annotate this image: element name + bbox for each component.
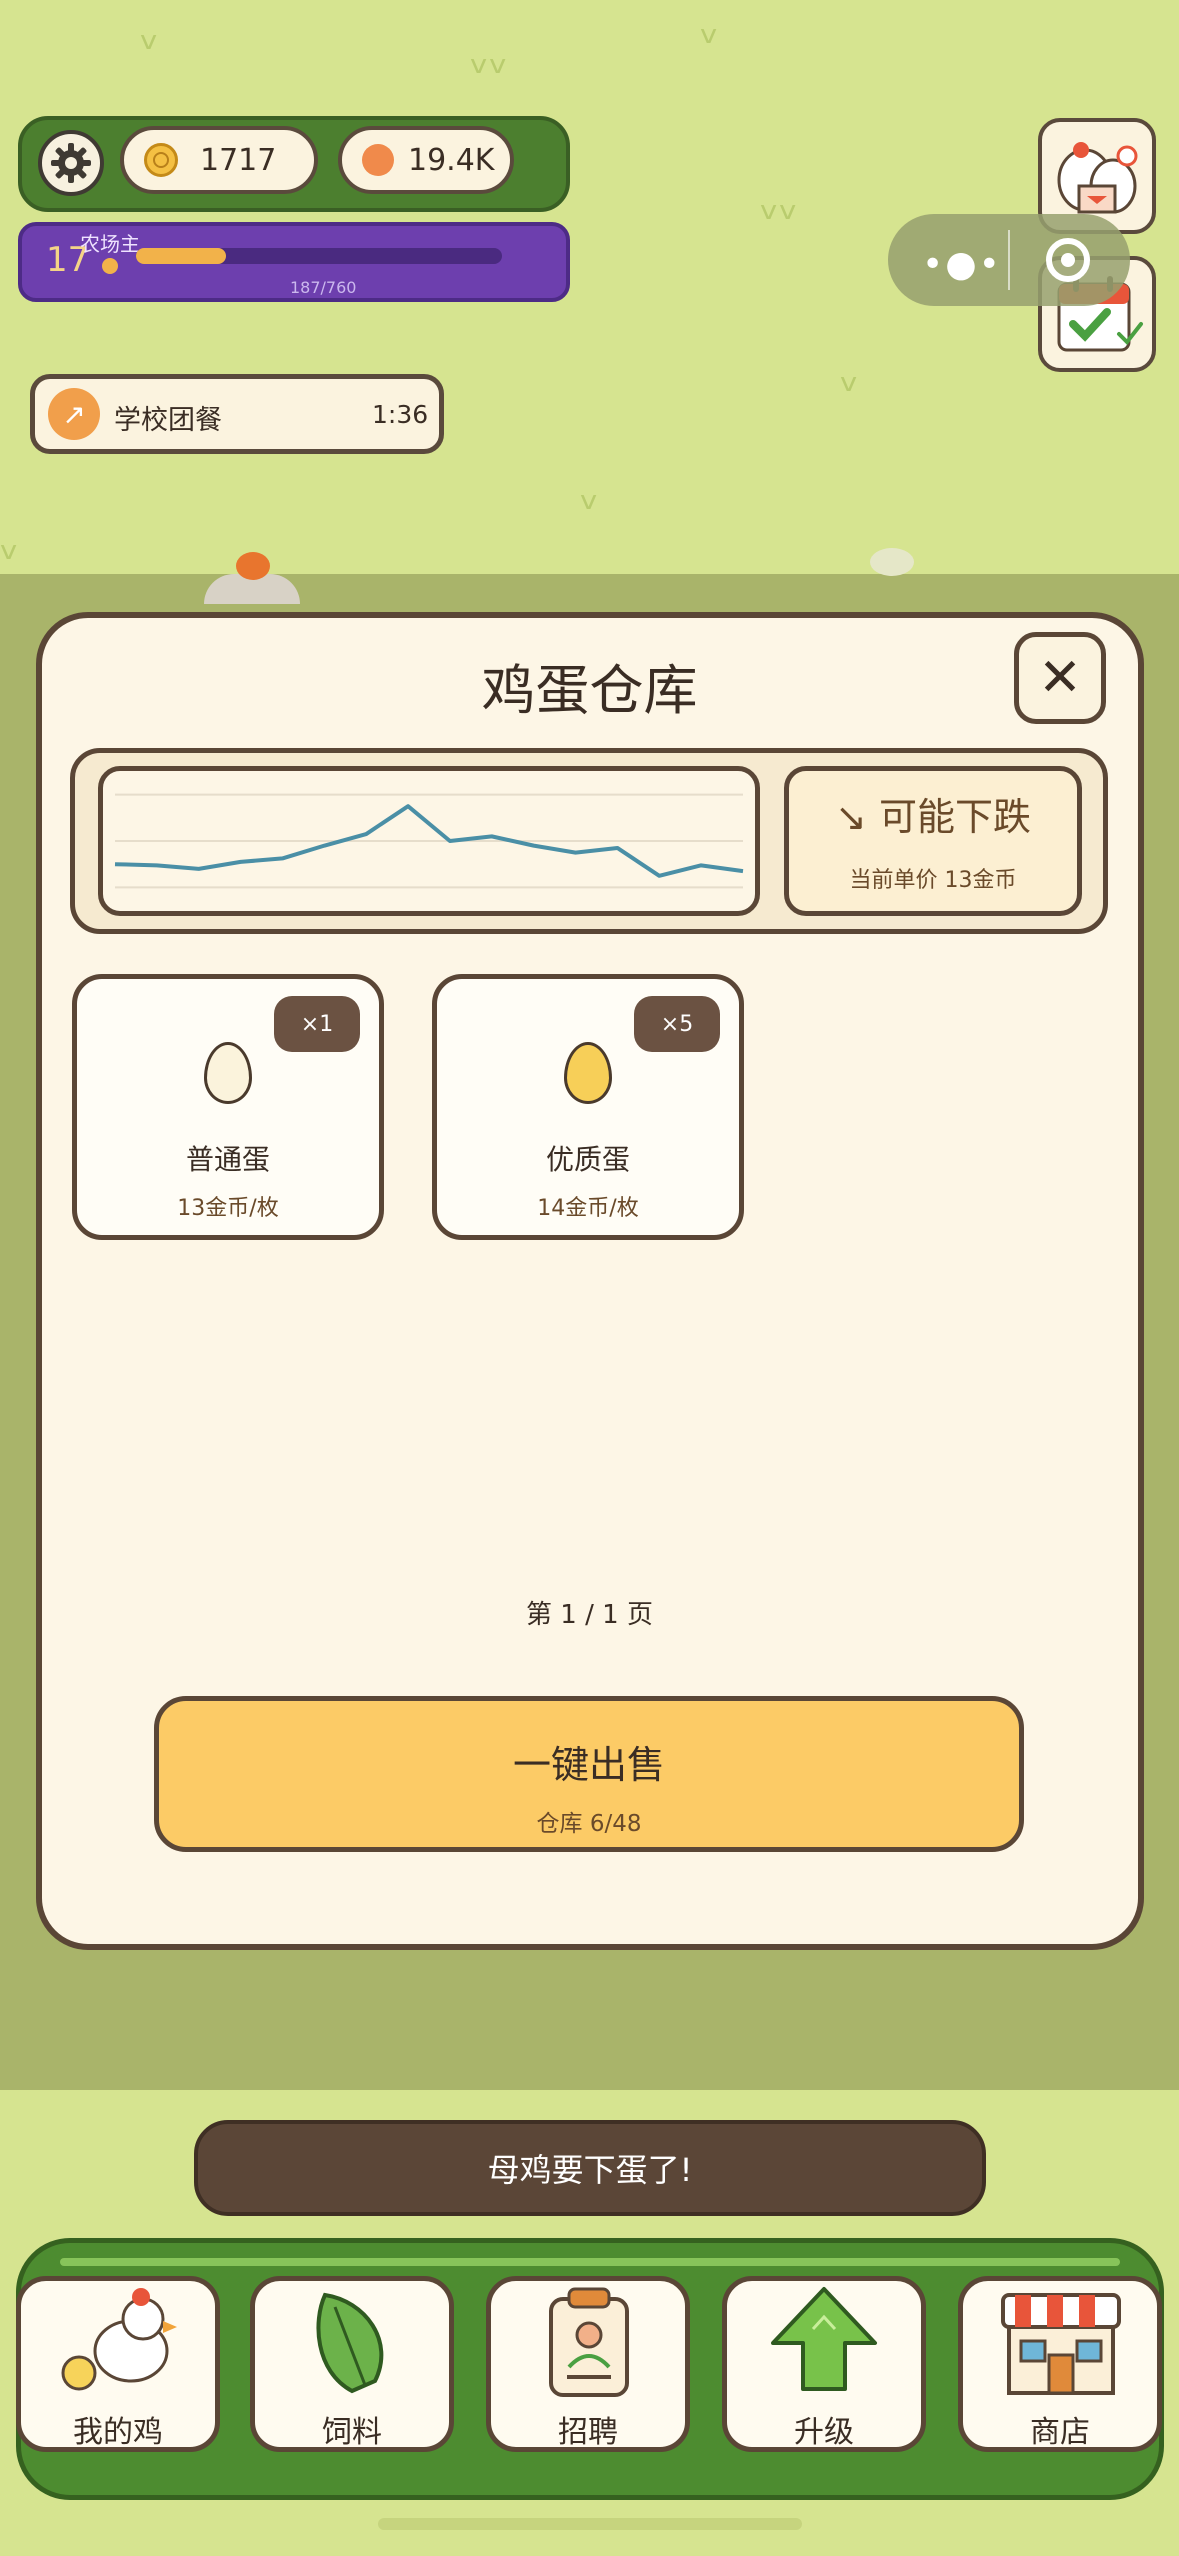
toast-message: 母鸡要下蛋了!	[194, 2120, 986, 2216]
nav-my-chickens[interactable]: 我的鸡	[16, 2276, 220, 2452]
settings-button[interactable]	[38, 130, 104, 196]
arrow-up-icon	[771, 2287, 877, 2391]
nav-label: 升级	[794, 2415, 854, 2450]
more-menu-icon[interactable]: •●•	[922, 244, 1002, 285]
chicken-icon	[61, 2288, 177, 2391]
badge-icon	[549, 2287, 629, 2397]
home-indicator[interactable]	[378, 2518, 802, 2530]
pebble-icon	[870, 548, 914, 576]
store-icon	[1001, 2293, 1121, 2395]
grass-tuft-icon: ᵥ	[140, 6, 160, 60]
xp-dot	[102, 258, 118, 274]
nav-upgrade[interactable]: 升级	[722, 2276, 926, 2452]
xp-fill	[136, 248, 226, 264]
leaf-icon	[316, 2292, 384, 2394]
grass-tuft-icon: ᵥ	[840, 348, 860, 402]
page-indicator: 第 1 / 1 页	[526, 1600, 653, 1630]
nav-shop[interactable]: 商店	[958, 2276, 1162, 2452]
arrow-up-right-icon: ↗	[48, 388, 100, 440]
chicken-comb-icon	[236, 552, 270, 580]
points-counter[interactable]: 19.4K	[338, 126, 514, 194]
current-price: 当前单价 13金币	[849, 868, 1017, 893]
quality-egg-icon	[564, 1042, 612, 1104]
close-button[interactable]: ✕	[1014, 632, 1106, 724]
nav-stripe	[60, 2258, 1120, 2266]
orange-token-icon	[362, 144, 394, 176]
gear-icon	[51, 143, 91, 183]
grass-tuft-icon: ᵥ	[580, 466, 600, 520]
normal-egg-icon	[204, 1042, 252, 1104]
sell-all-label: 一键出售	[512, 1743, 665, 1787]
points-amount: 19.4K	[408, 142, 495, 178]
nav-recruit[interactable]: 招聘	[486, 2276, 690, 2452]
coin-icon	[144, 143, 178, 177]
price-chart-svg	[114, 793, 744, 889]
capsule-divider	[1008, 230, 1010, 290]
nav-label: 我的鸡	[73, 2415, 163, 2450]
task-label: 学校团餐	[114, 405, 222, 436]
grass-tuft-icon: ᵥ	[700, 0, 720, 54]
modal-title: 鸡蛋仓库	[481, 659, 698, 722]
grass-tuft-icon: ᵥᵥ	[470, 30, 509, 84]
trend-label: ↘ 可能下跌	[835, 795, 1031, 839]
level-title: 农场主	[80, 232, 140, 256]
price-chart	[98, 766, 760, 916]
egg-name: 普通蛋	[185, 1143, 270, 1176]
nav-label: 商店	[1030, 2415, 1090, 2450]
count-badge: ×1	[274, 996, 360, 1052]
coin-amount: 1717	[200, 142, 277, 178]
count-badge: ×5	[634, 996, 720, 1052]
close-icon: ✕	[1038, 648, 1082, 708]
grass-tuft-icon: ᵥᵥ	[760, 176, 799, 230]
xp-text: 187/760	[290, 278, 357, 297]
nav-label: 饲料	[322, 2415, 382, 2450]
grass-tuft-icon: ᵥ	[0, 516, 20, 570]
chicken-letter-icon	[1057, 142, 1138, 214]
nav-label: 招聘	[558, 2415, 618, 2450]
egg-name: 优质蛋	[545, 1143, 630, 1176]
task-timer: 1:36	[372, 400, 429, 429]
egg-price: 13金币/枚	[177, 1196, 279, 1221]
warehouse-capacity: 仓库 6/48	[536, 1811, 642, 1837]
close-miniprogram-icon[interactable]	[1046, 238, 1090, 282]
coin-counter[interactable]: 1717	[120, 126, 318, 194]
nav-feed[interactable]: 饲料	[250, 2276, 454, 2452]
egg-price: 14金币/枚	[537, 1196, 639, 1221]
